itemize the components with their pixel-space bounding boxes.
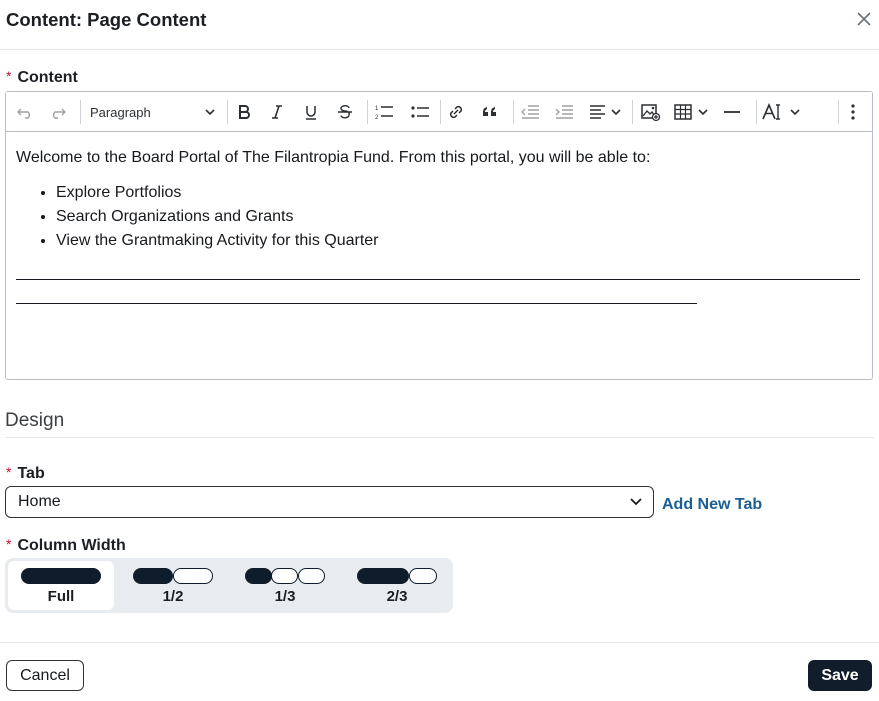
width-pill <box>133 568 173 584</box>
more-options-icon[interactable] <box>844 100 862 124</box>
underline-icon[interactable] <box>300 100 322 124</box>
redo-icon[interactable] <box>47 100 69 124</box>
paragraph-style-value: Paragraph <box>90 104 151 120</box>
close-icon[interactable] <box>854 9 874 29</box>
outdent-icon[interactable] <box>518 100 542 124</box>
strikethrough-icon[interactable] <box>334 100 356 124</box>
required-mark: * <box>6 536 12 552</box>
width-pill <box>245 568 272 584</box>
width-pill <box>409 568 437 584</box>
column-width-label-text: Column Width <box>17 537 126 554</box>
numbered-list-icon[interactable]: 12 <box>372 100 396 124</box>
dialog-title: Content: Page Content <box>6 9 207 30</box>
tab-label-text: Tab <box>17 465 45 482</box>
column-width-option-half[interactable]: 1/2 <box>120 561 226 610</box>
blockquote-icon[interactable] <box>479 100 501 124</box>
column-width-option-full[interactable]: Full <box>8 561 114 610</box>
align-icon[interactable] <box>586 100 626 124</box>
toolbar-separator <box>632 100 633 124</box>
list-item: View the Grantmaking Activity for this Q… <box>56 229 866 253</box>
column-width-option-two-thirds[interactable]: 2/3 <box>344 561 450 610</box>
column-width-option-third[interactable]: 1/3 <box>232 561 338 610</box>
width-pill <box>357 568 409 584</box>
chevron-down-icon <box>630 498 642 506</box>
section-divider <box>5 437 874 438</box>
underscore-line <box>16 279 860 280</box>
underscore-line <box>16 303 697 304</box>
list-item: Explore Portfolios <box>56 181 866 205</box>
horizontal-line-icon[interactable] <box>720 100 744 124</box>
width-pill <box>21 568 101 584</box>
bulleted-list-icon[interactable] <box>408 100 432 124</box>
svg-text:2: 2 <box>375 115 379 121</box>
cancel-button[interactable]: Cancel <box>6 660 84 691</box>
chevron-down-icon <box>205 109 215 116</box>
toolbar-separator <box>440 100 441 124</box>
rich-text-editor: Paragraph 12 Welcome to the Board Portal… <box>5 91 873 380</box>
content-label: * Content <box>6 68 78 87</box>
design-section-title: Design <box>5 410 65 431</box>
toolbar-separator <box>513 100 514 124</box>
toolbar-separator <box>80 100 81 124</box>
footer-divider <box>0 642 879 643</box>
svg-text:1: 1 <box>375 106 379 112</box>
toolbar-separator <box>838 100 839 124</box>
bullet-list: Explore Portfolios Search Organizations … <box>56 181 866 253</box>
editor-content[interactable]: Welcome to the Board Portal of The Filan… <box>16 148 866 253</box>
link-icon[interactable] <box>445 100 467 124</box>
undo-icon[interactable] <box>14 100 36 124</box>
bold-icon[interactable] <box>233 100 255 124</box>
option-label: Full <box>47 588 75 605</box>
image-icon[interactable] <box>638 100 662 124</box>
width-pill <box>173 568 213 584</box>
italic-icon[interactable] <box>266 100 288 124</box>
required-mark: * <box>6 68 12 84</box>
indent-icon[interactable] <box>552 100 576 124</box>
width-pill <box>271 568 298 584</box>
option-label: 2/3 <box>386 588 408 605</box>
table-icon[interactable] <box>672 100 714 124</box>
option-label: 1/2 <box>162 588 184 605</box>
font-size-icon[interactable] <box>761 100 805 124</box>
tab-select-value: Home <box>18 493 61 510</box>
save-button[interactable]: Save <box>808 660 872 691</box>
add-new-tab-link[interactable]: Add New Tab <box>662 496 762 514</box>
column-width-label: * Column Width <box>6 536 126 555</box>
toolbar-separator <box>756 100 757 124</box>
width-pill <box>298 568 325 584</box>
column-width-selector: Full 1/2 1/3 2/3 <box>5 558 453 613</box>
paragraph-style-dropdown[interactable]: Paragraph <box>90 100 218 124</box>
tab-label: * Tab <box>6 464 45 483</box>
toolbar-separator <box>227 100 228 124</box>
required-mark: * <box>6 464 12 480</box>
intro-paragraph: Welcome to the Board Portal of The Filan… <box>16 149 651 166</box>
tab-select[interactable]: Home <box>5 486 654 518</box>
editor-toolbar: Paragraph 12 <box>6 92 872 132</box>
list-item: Search Organizations and Grants <box>56 205 866 229</box>
dialog-header: Content: Page Content <box>0 0 879 50</box>
content-label-text: Content <box>17 69 78 86</box>
option-label: 1/3 <box>274 588 296 605</box>
toolbar-separator <box>367 100 368 124</box>
